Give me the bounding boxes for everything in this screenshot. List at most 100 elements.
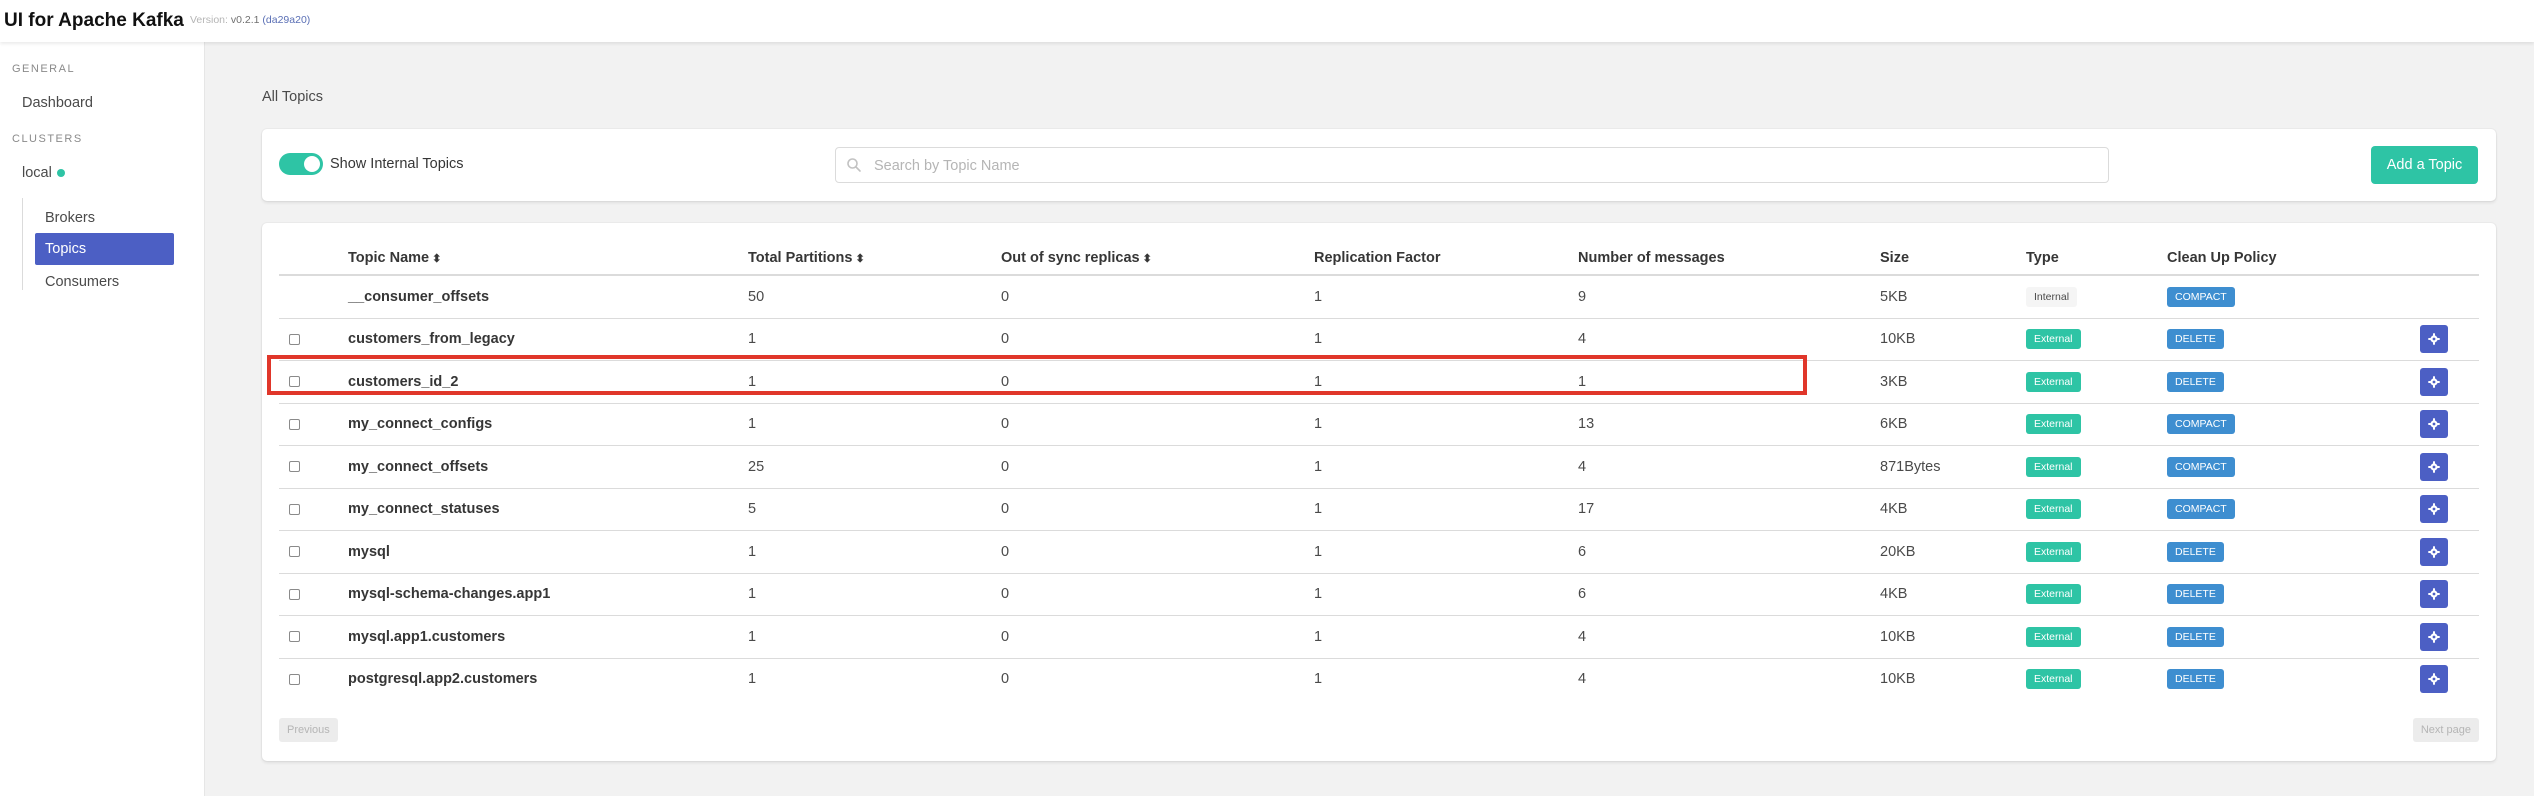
type-cell: External [2026,360,2167,404]
header-clean-up-policy: Clean Up Policy [2167,241,2420,276]
row-checkbox[interactable] [289,333,300,345]
topic-name-link[interactable]: customers_id_2 [348,360,748,404]
policy-cell: DELETE [2167,615,2420,659]
replication-factor-cell: 1 [1314,360,1578,404]
table-row: mysql.app1.customers 1 0 1 4 10KB External DELE… [279,615,2479,659]
header-replication-factor: Replication Factor [1314,241,1578,276]
table-header-row: Topic Name ⬍ Total Partitions ⬍ Out of syn… [279,241,2479,276]
row-checkbox[interactable] [289,631,300,643]
topic-settings-button[interactable] [2420,665,2448,694]
topic-settings-button[interactable] [2420,537,2448,566]
topic-name-link[interactable]: postgresql.app2.customers [348,658,748,700]
sidebar-item-topics[interactable]: Topics [35,233,174,265]
type-badge: External [2026,584,2081,605]
out-of-sync-cell: 0 [1001,275,1314,319]
sidebar-item-consumers[interactable]: Consumers [35,266,174,298]
sidebar-item-brokers[interactable]: Brokers [35,202,174,234]
actions-cell [2420,360,2479,404]
replication-factor-cell: 1 [1314,530,1578,574]
replication-factor-cell: 1 [1314,275,1578,319]
type-badge: External [2026,371,2081,392]
topic-settings-button[interactable] [2420,622,2448,651]
header-topic-name[interactable]: Topic Name ⬍ [348,241,748,276]
topic-name-link[interactable]: my_connect_offsets [348,445,748,489]
sidebar-item-cluster-local[interactable]: local [22,165,65,181]
sort-icon[interactable]: ⬍ [432,253,441,265]
total-partitions-cell: 1 [748,671,757,688]
topic-settings-button[interactable] [2420,452,2448,481]
gear-icon [2428,503,2440,515]
next-page-button[interactable]: Next page [2412,718,2479,742]
show-internal-toggle[interactable] [279,153,323,175]
clean-up-policy-badge: COMPACT [2167,499,2235,520]
out-of-sync-cell: 0 [1001,488,1314,531]
sort-icon[interactable]: ⬍ [1143,253,1152,265]
actions-cell [2420,530,2479,574]
out-of-sync-cell: 0 [1001,573,1314,616]
clean-up-policy-badge: DELETE [2167,371,2224,392]
topic-name-link[interactable]: my_connect_statuses [348,488,748,531]
total-partitions-cell: 50 [748,275,1001,319]
type-badge: External [2026,626,2081,647]
topic-settings-button[interactable] [2420,580,2448,609]
previous-page-button[interactable]: Previous [279,718,338,742]
topic-settings-button[interactable] [2420,495,2448,524]
actions-cell [2420,658,2479,700]
topic-name-link[interactable]: mysql-schema-changes.app1 [348,573,748,616]
row-checkbox[interactable] [289,503,300,515]
gear-icon [2428,546,2440,558]
replication-factor-cell: 1 [1314,671,1323,688]
total-partitions-cell: 1 [748,360,1001,404]
policy-cell: COMPACT [2167,275,2420,319]
row-checkbox[interactable] [289,546,300,558]
toggle-knob [304,156,320,172]
app-title[interactable]: UI for Apache Kafka [4,10,184,32]
policy-cell: DELETE [2167,573,2420,616]
topic-name-link[interactable]: __consumer_offsets [348,275,748,319]
topic-settings-button[interactable] [2420,325,2448,354]
messages-count-cell: 6 [1578,530,1880,574]
row-checkbox-cell [279,275,348,319]
total-partitions-cell: 1 [748,615,1001,659]
version-hash-link[interactable]: (da29a20) [262,14,310,26]
topic-name-link[interactable]: mysql.app1.customers [348,615,748,659]
row-checkbox[interactable] [289,673,300,685]
top-navbar: UI for Apache Kafka Version: v0.2.1 (da2… [0,0,2534,42]
gear-icon [2428,631,2440,643]
row-checkbox-cell [279,445,348,489]
out-of-sync-cell: 0 [1001,671,1010,688]
topic-settings-button[interactable] [2420,367,2448,396]
row-checkbox-cell [279,403,348,446]
header-out-of-sync[interactable]: Out of sync replicas ⬍ [1001,241,1314,276]
version-label: Version: [190,14,228,26]
topic-name-link[interactable]: my_connect_configs [348,403,748,446]
topic-settings-button[interactable] [2420,410,2448,439]
topic-name-link[interactable]: mysql [348,530,748,574]
row-checkbox[interactable] [289,588,300,600]
show-internal-label[interactable]: Show Internal Topics [330,156,464,172]
row-checkbox[interactable] [289,376,300,388]
search-icon [847,158,861,172]
sidebar-item-dashboard[interactable]: Dashboard [22,95,93,111]
size-cell: 10KB [1880,318,2026,361]
actions-cell [2420,573,2479,616]
row-checkbox[interactable] [289,418,300,430]
search-input[interactable] [872,148,2096,184]
type-badge: Internal [2026,286,2078,307]
replication-factor-cell: 1 [1314,573,1578,616]
header-topic-name-label: Topic Name [348,249,430,266]
policy-cell: DELETE [2167,658,2420,700]
row-checkbox[interactable] [289,461,300,473]
policy-cell: DELETE [2167,360,2420,404]
size-cell: 5KB [1880,275,2026,319]
row-checkbox-cell [279,615,348,659]
add-topic-button[interactable]: Add a Topic [2371,146,2478,184]
header-total-partitions[interactable]: Total Partitions ⬍ [748,241,1001,276]
clean-up-policy-badge: COMPACT [2167,414,2235,435]
policy-cell: COMPACT [2167,403,2420,446]
type-cell: External [2026,488,2167,531]
table-row: my_connect_offsets 25 0 1 4 871Bytes External C… [279,445,2479,489]
topic-name-link[interactable]: customers_from_legacy [348,318,748,361]
sort-icon[interactable]: ⬍ [855,253,864,265]
sidebar: GENERAL Dashboard CLUSTERS local Brokers… [0,42,205,796]
